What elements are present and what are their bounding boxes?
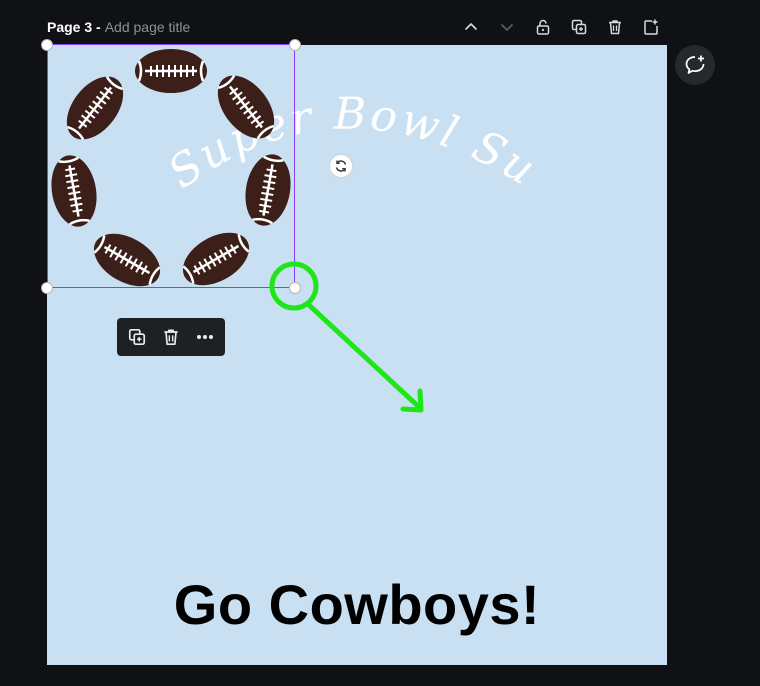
duplicate-element-button[interactable] [123, 323, 151, 351]
chevron-up-icon [465, 23, 477, 30]
move-page-down-button[interactable] [494, 14, 520, 40]
rotate-icon [335, 160, 347, 172]
page-actions [458, 14, 664, 40]
lock-page-button[interactable] [530, 14, 556, 40]
page-title-input[interactable]: Add page title [105, 19, 191, 35]
unlock-icon [536, 19, 550, 35]
more-dots-icon [197, 335, 213, 339]
duplicate-icon [571, 19, 587, 35]
duplicate-icon [128, 328, 146, 346]
add-comment-button[interactable] [675, 45, 715, 85]
trash-icon [609, 20, 621, 35]
page-header: Page 3 - Add page title [47, 16, 190, 38]
chevron-down-icon [501, 24, 513, 31]
resize-handle-top-left[interactable] [41, 39, 53, 51]
headline-text[interactable]: Go Cowboys! [47, 572, 667, 637]
add-comment-icon [685, 55, 705, 74]
trash-icon [164, 329, 178, 346]
page-number: Page 3 - [47, 19, 101, 35]
element-context-toolbar [117, 318, 225, 356]
move-page-up-button[interactable] [458, 14, 484, 40]
delete-element-button[interactable] [157, 323, 185, 351]
add-page-icon [644, 19, 658, 35]
rotate-handle[interactable] [329, 154, 353, 178]
football-wreath-graphic[interactable] [47, 45, 295, 288]
resize-handle-top-right[interactable] [289, 39, 301, 51]
add-page-button[interactable] [638, 14, 664, 40]
delete-page-button[interactable] [602, 14, 628, 40]
resize-handle-bottom-right[interactable] [289, 282, 301, 294]
duplicate-page-button[interactable] [566, 14, 592, 40]
more-options-button[interactable] [191, 323, 219, 351]
resize-handle-bottom-left[interactable] [41, 282, 53, 294]
